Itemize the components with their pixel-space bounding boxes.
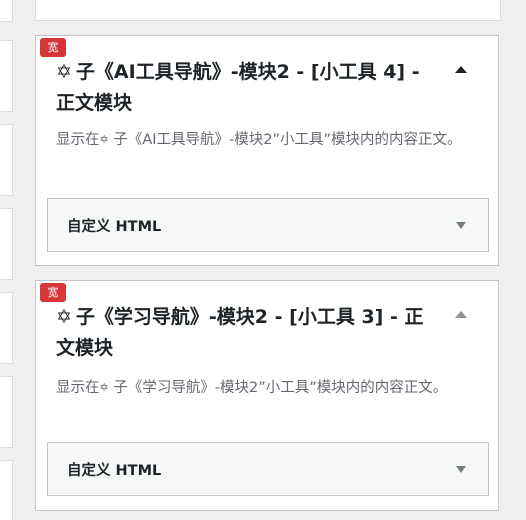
widget-title-text: 子《学习导航》-模块2 - [小工具 3] - 正文模块 bbox=[56, 306, 424, 359]
left-card-stub bbox=[0, 208, 13, 280]
custom-html-widget[interactable]: 自定义 HTML bbox=[47, 442, 489, 496]
custom-html-label: 自定义 HTML bbox=[67, 463, 162, 479]
left-card-stub bbox=[0, 124, 13, 196]
left-card-stub bbox=[0, 0, 13, 22]
widget-title[interactable]: ✡ 子《AI工具导航》-模块2 - [小工具 4] - 正文模块 bbox=[56, 57, 428, 119]
star-of-david-icon: ✡ bbox=[99, 133, 109, 146]
widget-area: 宽 ✡ 子《AI工具导航》-模块2 - [小工具 4] - 正文模块 显示在✡ 子… bbox=[0, 0, 526, 520]
widget-description: 显示在✡ 子《AI工具导航》-模块2”小工具”模块内的内容正文。 bbox=[56, 128, 481, 152]
description-text: 子《学习导航》-模块2”小工具”模块内的内容正文。 bbox=[108, 380, 448, 396]
previous-widget-card bbox=[35, 0, 501, 21]
collapse-toggle-button[interactable] bbox=[454, 307, 468, 321]
widget-title-text: 子《AI工具导航》-模块2 - [小工具 4] - 正文模块 bbox=[56, 61, 420, 114]
star-of-david-icon: ✡ bbox=[56, 306, 72, 328]
left-card-stub bbox=[0, 376, 13, 448]
left-card-stub bbox=[0, 40, 13, 112]
widget-description: 显示在✡ 子《学习导航》-模块2”小工具”模块内的内容正文。 bbox=[56, 376, 481, 400]
description-prefix: 显示在 bbox=[56, 132, 100, 148]
collapse-toggle-button[interactable] bbox=[454, 62, 468, 76]
star-of-david-icon: ✡ bbox=[99, 381, 109, 394]
star-of-david-icon: ✡ bbox=[56, 61, 72, 83]
description-text: 子《AI工具导航》-模块2”小工具”模块内的内容正文。 bbox=[108, 132, 462, 148]
custom-html-widget[interactable]: 自定义 HTML bbox=[47, 198, 489, 252]
chevron-down-icon bbox=[456, 466, 466, 473]
left-card-stub bbox=[0, 292, 13, 364]
description-prefix: 显示在 bbox=[56, 380, 100, 396]
widget-panel: 宽 ✡ 子《学习导航》-模块2 - [小工具 3] - 正文模块 显示在✡ 子《学… bbox=[35, 280, 499, 511]
widget-panel: 宽 ✡ 子《AI工具导航》-模块2 - [小工具 4] - 正文模块 显示在✡ 子… bbox=[35, 35, 499, 266]
chevron-down-icon bbox=[456, 222, 466, 229]
custom-html-label: 自定义 HTML bbox=[67, 219, 162, 235]
wide-badge: 宽 bbox=[40, 38, 66, 57]
left-card-stub bbox=[0, 460, 13, 520]
wide-badge: 宽 bbox=[40, 283, 66, 302]
widget-title[interactable]: ✡ 子《学习导航》-模块2 - [小工具 3] - 正文模块 bbox=[56, 302, 428, 364]
